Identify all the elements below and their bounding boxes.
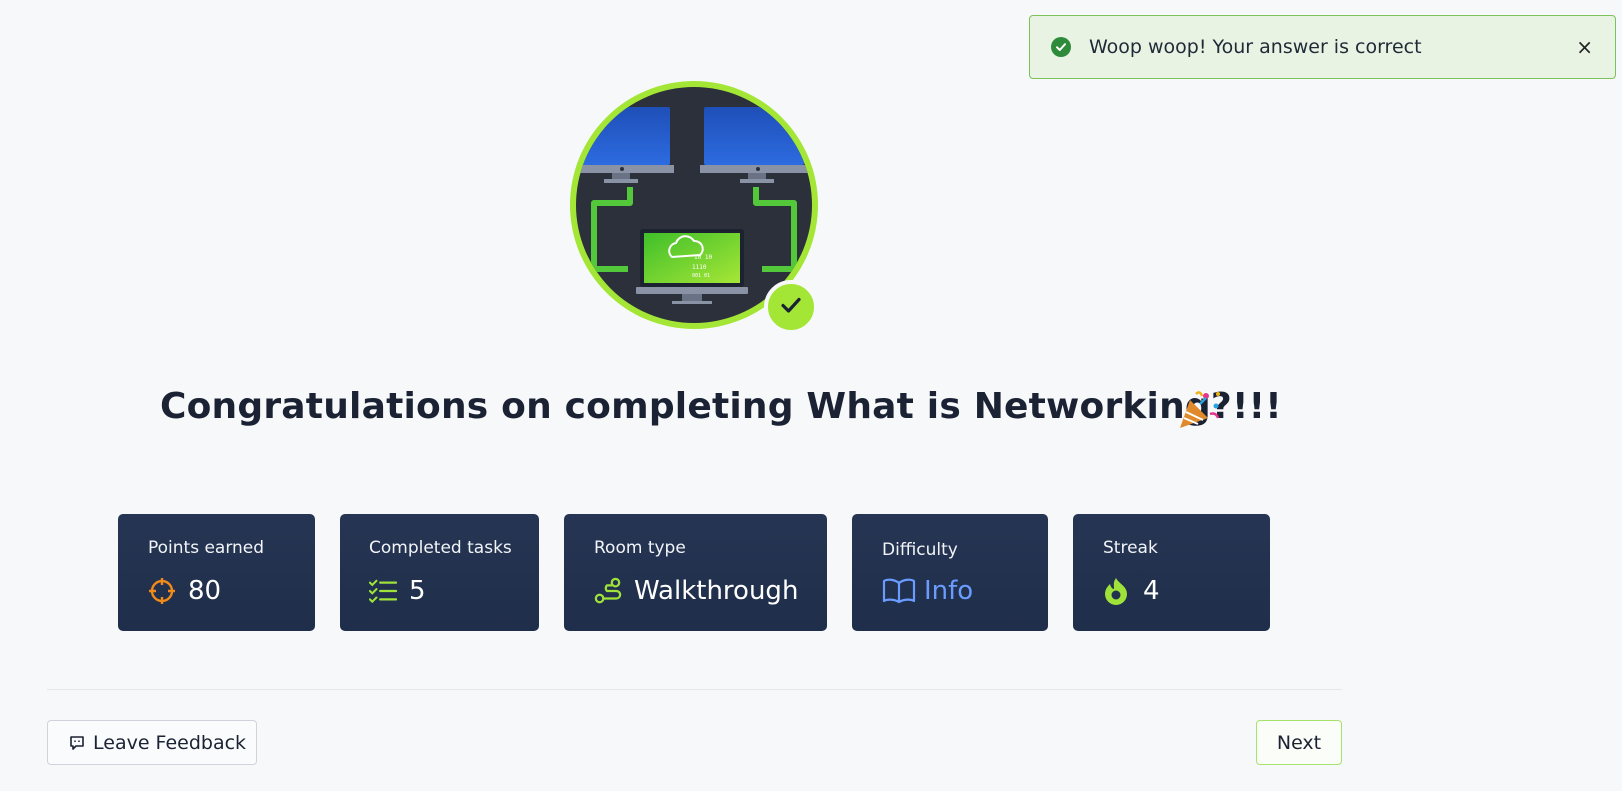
next-button[interactable]: Next bbox=[1256, 720, 1342, 765]
stat-value: Info bbox=[924, 576, 974, 606]
crosshair-icon bbox=[148, 577, 176, 605]
divider bbox=[47, 689, 1342, 690]
party-popper-icon bbox=[1176, 388, 1222, 436]
svg-text:10 10: 10 10 bbox=[694, 254, 712, 261]
stat-label: Completed tasks bbox=[369, 538, 512, 558]
stat-value: 5 bbox=[409, 576, 426, 606]
flame-icon bbox=[1103, 577, 1131, 605]
stat-card-streak: Streak 4 bbox=[1073, 514, 1270, 631]
feedback-icon bbox=[69, 735, 85, 751]
stat-value: Walkthrough bbox=[634, 576, 799, 606]
route-icon bbox=[594, 577, 622, 605]
stat-value: 4 bbox=[1143, 576, 1160, 606]
stat-value: 80 bbox=[188, 576, 222, 606]
stat-label: Difficulty bbox=[882, 540, 958, 560]
success-toast: Woop woop! Your answer is correct × bbox=[1029, 15, 1616, 79]
stat-card-tasks: Completed tasks 5 bbox=[340, 514, 539, 631]
book-icon bbox=[882, 577, 916, 605]
leave-feedback-label: Leave Feedback bbox=[93, 731, 247, 754]
stat-card-difficulty: Difficulty Info bbox=[852, 514, 1048, 631]
check-icon bbox=[778, 292, 804, 322]
check-circle-icon bbox=[1051, 37, 1071, 57]
leave-feedback-button[interactable]: Leave Feedback bbox=[47, 720, 257, 765]
completed-badge bbox=[764, 280, 818, 334]
stat-label: Streak bbox=[1103, 538, 1158, 558]
checklist-icon bbox=[369, 577, 397, 605]
svg-text:001 01: 001 01 bbox=[692, 273, 710, 279]
stat-label: Points earned bbox=[148, 538, 265, 558]
stat-card-room-type: Room type Walkthrough bbox=[564, 514, 827, 631]
toast-message: Woop woop! Your answer is correct bbox=[1089, 36, 1422, 58]
svg-text:1110: 1110 bbox=[692, 264, 707, 271]
stat-card-points: Points earned 80 bbox=[118, 514, 315, 631]
stat-label: Room type bbox=[594, 538, 686, 558]
close-icon[interactable]: × bbox=[1576, 36, 1593, 58]
page-title: Congratulations on completing What is Ne… bbox=[160, 386, 1282, 427]
